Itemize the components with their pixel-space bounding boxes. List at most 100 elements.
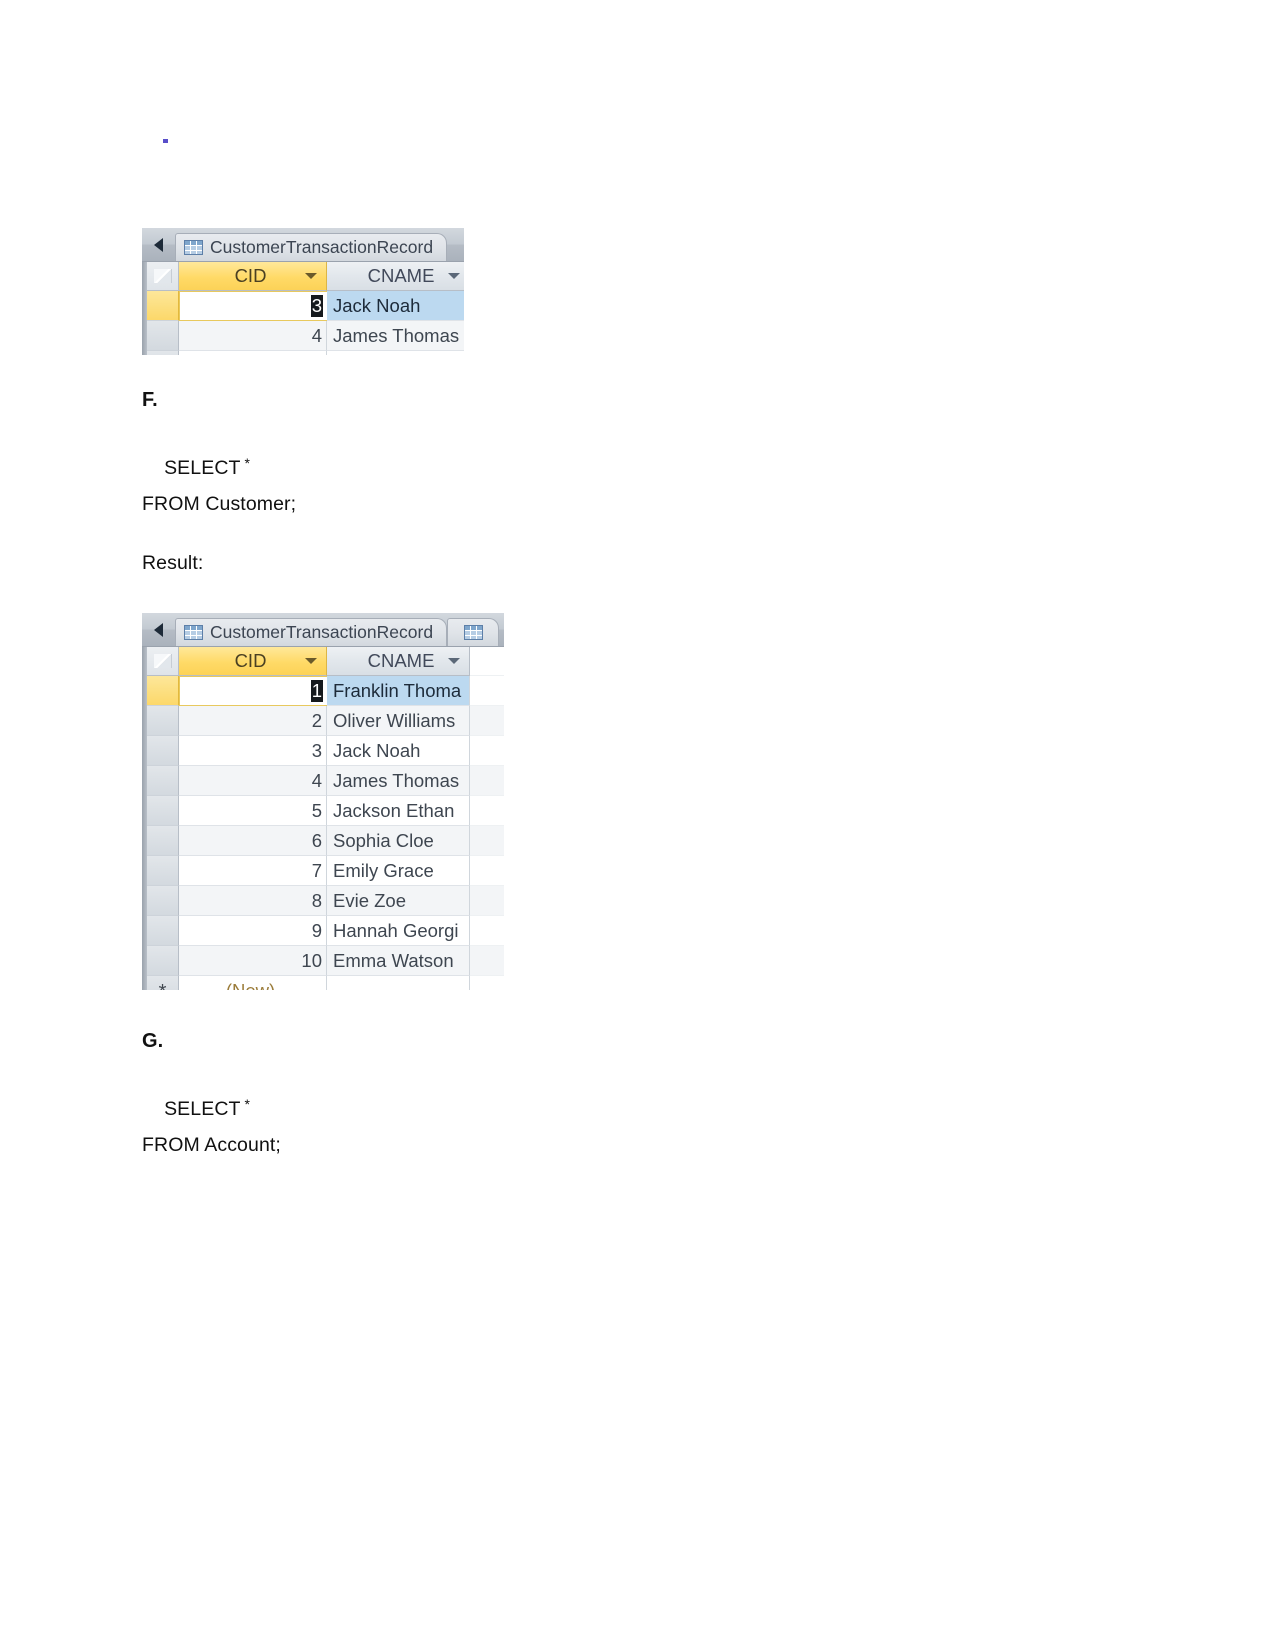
datasheet-grid-large: CID CNAME 1 Franklin Thoma 2 Oliver Will… — [142, 647, 504, 990]
table-row[interactable]: 4 James Thomas — [147, 766, 504, 796]
grid-left-edge — [142, 647, 147, 990]
column-header-cname-small[interactable]: CNAME — [327, 262, 464, 291]
chevron-down-icon[interactable] — [305, 658, 317, 664]
sql-star: * — [244, 455, 251, 472]
sql-keyword-select: SELECT — [164, 1098, 241, 1121]
cell-cname[interactable]: Sophia Cloe — [327, 826, 470, 856]
tab-label: CustomerTransactionRecord — [210, 237, 434, 257]
cell-cid[interactable]: 8 — [179, 886, 327, 916]
column-header-label: CNAME — [367, 650, 435, 671]
cell-cname[interactable]: Emma Watson — [327, 946, 470, 976]
sql-star: * — [244, 1096, 251, 1113]
tab-scroll-prev-button-small[interactable] — [142, 228, 175, 261]
chevron-down-icon[interactable] — [448, 273, 460, 279]
cell-cname[interactable]: Evie Zoe — [327, 886, 470, 916]
cell-cname[interactable]: Jack Noah — [327, 291, 464, 321]
table-row[interactable]: 6 Sophia Cloe — [147, 826, 504, 856]
cell-cid[interactable]: 3 — [179, 736, 327, 766]
table-row[interactable]: 2 Oliver Williams — [147, 706, 504, 736]
chevron-down-icon[interactable] — [305, 273, 317, 279]
cell-spacer — [470, 916, 504, 946]
tab-scroll-prev-button-large[interactable] — [142, 613, 175, 646]
table-row[interactable]: 9 Hannah Georgi — [147, 916, 504, 946]
row-selector[interactable] — [147, 856, 179, 886]
column-header-cname-large[interactable]: CNAME — [327, 647, 470, 676]
cell-cid[interactable]: 10 — [179, 946, 327, 976]
select-all-corner-small[interactable] — [147, 262, 179, 291]
row-selector[interactable] — [147, 826, 179, 856]
row-selector[interactable] — [147, 886, 179, 916]
cell-cid[interactable]: 4 — [179, 321, 327, 351]
row-selector[interactable] — [147, 736, 179, 766]
table-row[interactable]: 4 James Thomas — [147, 321, 464, 351]
cell-cid[interactable]: 9 — [179, 916, 327, 946]
new-record-marker[interactable]: * — [147, 976, 179, 990]
cell-cname[interactable]: James Thomas — [327, 766, 470, 796]
table-row[interactable]: 3 Jack Noah — [147, 736, 504, 766]
cell-cid[interactable]: 1 — [179, 676, 327, 706]
cell-spacer — [470, 736, 504, 766]
tab-label: CustomerTransactionRecord — [210, 622, 434, 642]
access-datasheet-small: CustomerTransactionRecord CID CNAME 3 Ja… — [142, 228, 464, 355]
cell-cname[interactable]: Jackson Ethan — [327, 796, 470, 826]
row-selector[interactable] — [147, 796, 179, 826]
table-row[interactable]: 5 Jackson Ethan — [147, 796, 504, 826]
column-header-label: CNAME — [367, 265, 435, 286]
cell-cid-new[interactable]: (New) — [179, 976, 327, 990]
triangle-left-icon — [154, 237, 163, 252]
select-all-corner-large[interactable] — [147, 647, 179, 676]
column-header-row-large: CID CNAME — [147, 647, 504, 676]
row-selector[interactable] — [147, 351, 179, 355]
row-selector[interactable] — [147, 946, 179, 976]
cell-cname[interactable]: James Thomas — [327, 321, 464, 351]
cell-cname[interactable]: Evie Zoe — [327, 351, 464, 355]
row-selector[interactable] — [147, 676, 179, 706]
cell-cname[interactable]: Jack Noah — [327, 736, 470, 766]
cell-cname[interactable]: Franklin Thoma — [327, 676, 470, 706]
table-row[interactable]: 10 Emma Watson — [147, 946, 504, 976]
column-header-cid-large[interactable]: CID — [179, 647, 327, 676]
cell-spacer — [470, 766, 504, 796]
chevron-down-icon[interactable] — [448, 658, 460, 664]
cell-spacer — [470, 826, 504, 856]
stray-mark — [163, 139, 168, 143]
table-row[interactable]: 1 Franklin Thoma — [147, 676, 504, 706]
column-header-cid-small[interactable]: CID — [179, 262, 327, 291]
column-header-label: CID — [234, 265, 267, 286]
cell-cname[interactable]: Oliver Williams — [327, 706, 470, 736]
table-grid-icon — [184, 625, 203, 640]
tab-customertransactionrecord-small[interactable]: CustomerTransactionRecord — [175, 233, 447, 261]
cell-cid[interactable]: 3 — [179, 291, 327, 321]
cell-spacer — [470, 856, 504, 886]
table-row[interactable]: 3 Jack Noah — [147, 291, 464, 321]
cell-cid[interactable]: 2 — [179, 706, 327, 736]
tab-secondary[interactable] — [447, 618, 499, 646]
cell-cid[interactable]: 5 — [179, 796, 327, 826]
cell-cid-value: 1 — [310, 680, 323, 702]
table-row[interactable]: 8 Evie Zoe — [147, 351, 464, 355]
cell-cname-new[interactable] — [327, 976, 470, 990]
cell-spacer — [470, 886, 504, 916]
tab-bar-small: CustomerTransactionRecord — [142, 228, 464, 262]
row-selector[interactable] — [147, 291, 179, 321]
table-row[interactable]: 8 Evie Zoe — [147, 886, 504, 916]
cell-cid[interactable]: 6 — [179, 826, 327, 856]
cell-cid[interactable]: 8 — [179, 351, 327, 355]
row-selector[interactable] — [147, 916, 179, 946]
section-f-heading: F. — [142, 389, 158, 411]
row-selector[interactable] — [147, 766, 179, 796]
cell-cid[interactable]: 4 — [179, 766, 327, 796]
document-page: CustomerTransactionRecord CID CNAME 3 Ja… — [0, 0, 1275, 1650]
cell-cid[interactable]: 7 — [179, 856, 327, 886]
section-f-from-line: FROM Customer; — [142, 493, 297, 515]
table-row[interactable]: 7 Emily Grace — [147, 856, 504, 886]
row-selector[interactable] — [147, 706, 179, 736]
table-row-new[interactable]: * (New) — [147, 976, 504, 990]
tab-customertransactionrecord-large[interactable]: CustomerTransactionRecord — [175, 618, 447, 646]
cell-spacer — [470, 676, 504, 706]
cell-cname[interactable]: Emily Grace — [327, 856, 470, 886]
cell-spacer — [470, 706, 504, 736]
cell-cname[interactable]: Hannah Georgi — [327, 916, 470, 946]
row-selector[interactable] — [147, 321, 179, 351]
cell-spacer — [470, 976, 504, 990]
